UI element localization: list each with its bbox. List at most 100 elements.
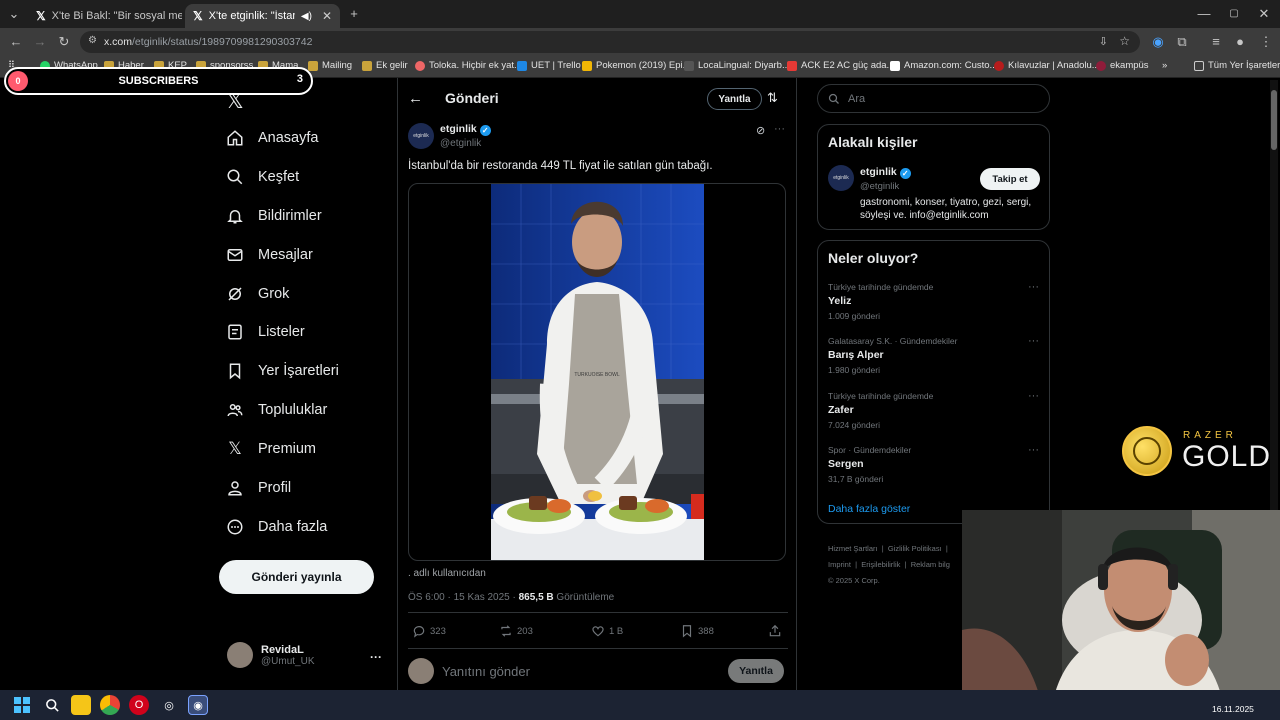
nav-profile[interactable]: Profil [226,476,291,500]
profile-avatar-icon[interactable]: ● [1232,34,1248,50]
trend-more-icon[interactable]: ··· [1028,444,1039,456]
trend-item[interactable]: Galatasaray S.K. · Gündemdekiler Barış A… [828,336,957,375]
bookmark-item[interactable]: Toloka. Hiçbir ek yat... [415,60,522,71]
subscribers-count: 3 [296,73,303,85]
url-input[interactable]: ⚙ x.com/etginlik/status/1989709981290303… [80,31,1140,53]
close-icon[interactable]: ✕ [322,9,332,23]
repost-action[interactable]: 203 [499,624,533,638]
trend-item[interactable]: Türkiye tarihinde gündemde Yeliz 1.009 g… [828,282,933,321]
browser-tab-1[interactable]: 𝕏 X'te Bi Bakl: "Bir sosyal medya b ✕ [28,4,182,28]
filter-sliders-icon[interactable]: ⇅ [767,90,778,106]
trend-item[interactable]: Spor · Gündemdekiler Sergen 31,7 B gönde… [828,445,911,484]
browser-tab-2[interactable]: 𝕏 X'te etginlik: "İstanbul'da bi ◀) ✕ [185,4,340,28]
reply-action[interactable]: 323 [412,624,446,638]
razer-snake-icon [1133,437,1161,465]
nav-notifications[interactable]: Bildirimler [226,204,322,228]
nav-home[interactable]: Anasayfa [226,126,318,150]
nav-communities[interactable]: Topluluklar [226,398,327,422]
trend-more-icon[interactable]: ··· [1028,335,1039,347]
star-icon[interactable]: ☆ [1119,34,1130,48]
video-frame[interactable]: TURKUOISE BOWL [491,184,704,561]
author-avatar[interactable]: etginlik [408,123,434,149]
reply-filter-pill[interactable]: Yanıtla [707,88,762,110]
footer-link[interactable]: Erişilebilirlik [861,560,900,569]
bookmark-item[interactable]: LocaLingual: Diyarb... [684,60,790,71]
media-container[interactable]: TURKUOISE BOWL [408,183,786,561]
nav-lists[interactable]: Listeler [226,320,305,344]
nav-premium[interactable]: 𝕏 Premium [226,437,316,461]
back-icon[interactable]: ← [8,34,24,50]
bookmark-item[interactable]: Pokemon (2019) Epi... [582,60,691,71]
bookmarks-more[interactable]: » [1162,60,1167,71]
reload-icon[interactable]: ↻ [56,34,72,50]
footer-link[interactable]: Gizlilik Politikası [888,544,942,553]
bookmark-action[interactable]: 388 [680,624,714,638]
new-tab-button[interactable]: + [346,6,362,22]
bookmark-item[interactable]: ekampüs [1096,60,1149,71]
back-arrow-icon[interactable]: ← [408,90,423,107]
account-more-icon[interactable]: ··· [370,650,382,664]
obs-icon[interactable]: ◎ [159,695,179,715]
author-name[interactable]: etginlik ✓ [440,123,491,136]
bookmark-item[interactable]: Mailing [308,60,352,71]
bookmark-item[interactable]: ACK E2 AC güç ada... [787,60,894,71]
related-avatar[interactable]: etginlik [828,165,854,191]
bookmark-item[interactable]: Tüm Yer İşaretleri [1194,60,1280,71]
site-info-icon[interactable]: ⚙ [88,35,97,46]
extension-icon[interactable]: ◉ [1150,34,1166,50]
opera-icon[interactable]: O [129,695,149,715]
show-more-link[interactable]: Daha fazla göster [828,503,910,515]
nav-messages[interactable]: Mesajlar [226,243,313,267]
install-icon[interactable]: ⇩ [1099,35,1108,48]
related-name[interactable]: etginlik ✓ [860,166,911,179]
like-action[interactable]: 1 B [591,624,623,638]
scrollbar-thumb[interactable] [1271,90,1277,150]
share-action[interactable] [768,624,782,643]
apron-text: TURKUOISE BOWL [574,372,620,378]
grok-explain-icon[interactable]: ⊘ [756,124,765,137]
trend-more-icon[interactable]: ··· [1028,390,1039,402]
ack-icon [787,60,797,71]
minimize-icon[interactable]: — [1196,6,1212,22]
app-icon[interactable]: ◉ [188,695,208,715]
chrome-icon[interactable] [100,695,120,715]
author-handle[interactable]: @etginlik [440,138,481,149]
post-more-icon[interactable]: ··· [774,123,785,135]
nav-grok[interactable]: Grok [226,282,289,306]
window-close-icon[interactable]: ✕ [1256,6,1272,22]
footer-link[interactable]: Imprint [828,560,851,569]
bookmark-item[interactable]: Ek gelir [362,60,408,71]
reply-input[interactable]: Yanıtını gönder [442,664,530,679]
bookmark-item[interactable]: UET | Trello [517,60,581,71]
footer-link[interactable]: Hizmet Şartları [828,544,878,553]
nav-more[interactable]: Daha fazla [226,515,327,539]
follow-button[interactable]: Takip et [980,168,1040,190]
tab-search-icon[interactable]: ⌄ [6,6,22,22]
search-input[interactable]: Ara [817,84,1050,113]
nav-label: Bildirimler [258,208,322,224]
amazon-icon [890,60,900,71]
account-switcher[interactable]: RevidaL @Umut_UK [227,642,315,668]
taskbar-search-icon[interactable] [42,695,62,715]
reply-submit-button[interactable]: Yanıtla [728,659,784,683]
file-explorer-icon[interactable] [71,695,91,715]
nav-label: Premium [258,441,317,457]
bookmark-item[interactable]: Amazon.com: Custo... [890,60,997,71]
forward-icon[interactable]: → [32,34,48,50]
speaker-icon[interactable]: ◀) [301,11,312,22]
trend-more-icon[interactable]: ··· [1028,281,1039,293]
trend-item[interactable]: Türkiye tarihinde gündemde Zafer 7.024 g… [828,391,933,430]
media-control-icon[interactable]: ≡ [1208,34,1224,50]
related-handle[interactable]: @etginlik [860,181,899,192]
nav-bookmarks[interactable]: Yer İşaretleri [226,359,339,383]
puzzle-icon[interactable]: ⧉ [1174,34,1190,50]
bookmark-item[interactable]: Kılavuzlar | Anadolu... [994,60,1100,71]
post-time[interactable]: ÖS 6:00 · 15 Kas 2025 · [408,592,519,603]
footer-link[interactable]: Reklam bilg [911,560,950,569]
menu-dots-icon[interactable]: ⋮ [1258,34,1274,50]
nav-explore[interactable]: Keşfet [226,165,299,189]
post-button[interactable]: Gönderi yayınla [219,560,374,594]
maximize-icon[interactable]: ▢ [1226,6,1242,22]
attribution-text[interactable]: . adlı kullanıcıdan [408,568,486,579]
windows-start-icon[interactable] [12,695,32,715]
